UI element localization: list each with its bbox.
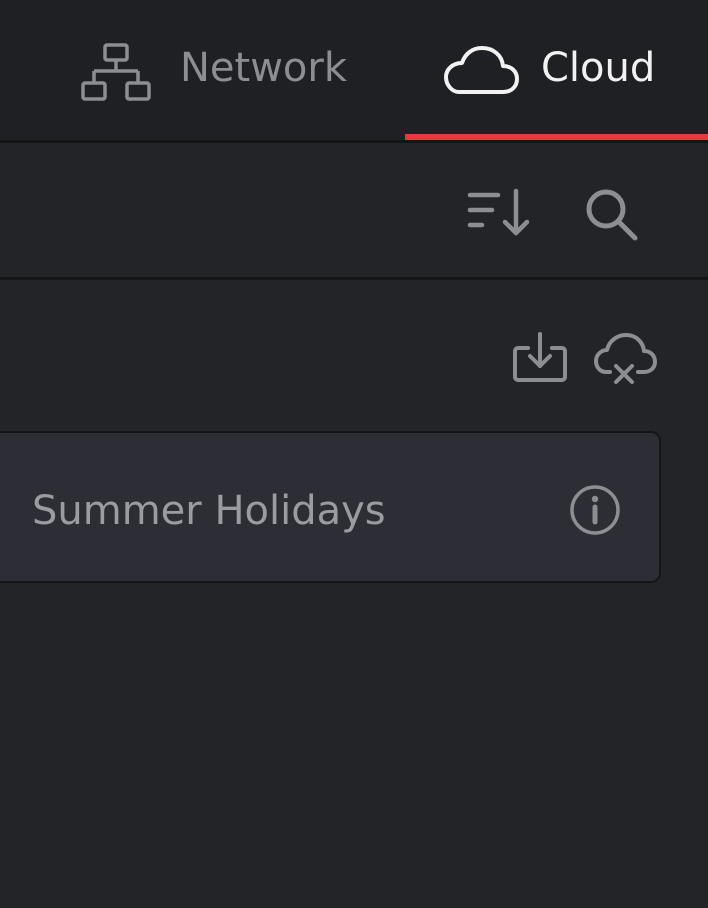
project-info-button[interactable] <box>568 483 622 537</box>
search-icon <box>586 189 638 241</box>
info-icon <box>570 485 620 535</box>
cloud-disconnect-button[interactable] <box>592 328 658 388</box>
divider <box>0 277 708 280</box>
tab-network-label: Network <box>180 45 348 91</box>
search-button[interactable] <box>580 183 644 243</box>
import-project-icon <box>513 332 567 382</box>
tab-network[interactable]: Network <box>60 0 380 140</box>
tab-bar: Network Cloud <box>0 0 708 140</box>
project-name: Summer Holidays <box>32 488 386 534</box>
network-icon <box>80 42 152 104</box>
sort-button[interactable] <box>464 185 536 241</box>
tab-cloud-label: Cloud <box>541 45 656 91</box>
tab-cloud[interactable]: Cloud <box>405 0 708 140</box>
project-card[interactable]: Summer Holidays <box>0 431 661 583</box>
cloud-disconnect-icon <box>594 333 657 384</box>
cloud-icon <box>443 44 519 96</box>
import-project-button[interactable] <box>508 330 572 386</box>
sort-icon <box>467 188 530 236</box>
